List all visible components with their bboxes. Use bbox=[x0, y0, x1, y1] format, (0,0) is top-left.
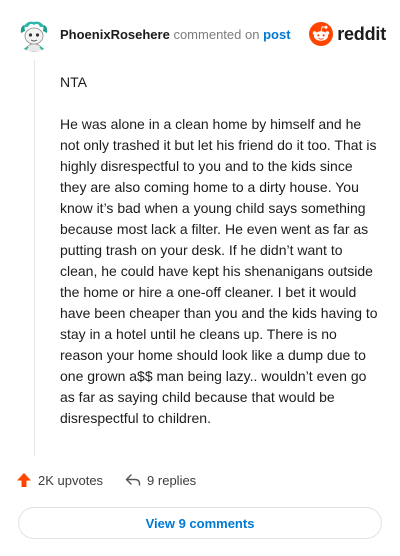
action-text: commented on bbox=[173, 26, 260, 42]
comment-paragraph: NTA bbox=[60, 74, 87, 90]
comment-body: NTA He was alone in a clean home by hims… bbox=[60, 72, 380, 450]
reddit-logo-icon bbox=[309, 22, 334, 46]
username[interactable]: PhoenixRosehere bbox=[60, 27, 170, 42]
replies-button[interactable]: 9 replies bbox=[125, 472, 196, 488]
brand[interactable]: reddit bbox=[309, 22, 386, 46]
comment-actions: 2K upvotes 9 replies bbox=[16, 472, 196, 488]
post-link[interactable]: post bbox=[263, 27, 290, 42]
comment-paragraph: He was alone in a clean home by himself … bbox=[60, 116, 378, 426]
comment-header: PhoenixRosehere commented on post reddit bbox=[16, 14, 386, 54]
upvote-count: 2K upvotes bbox=[38, 472, 104, 488]
upvote-arrow-icon bbox=[17, 473, 31, 487]
comment-card: PhoenixRosehere commented on post reddit… bbox=[0, 0, 400, 556]
thread-line bbox=[34, 60, 35, 456]
brand-wordmark: reddit bbox=[337, 23, 386, 44]
upvote-button[interactable]: 2K upvotes bbox=[16, 472, 103, 488]
reply-arrow-icon bbox=[125, 474, 141, 486]
comment-meta: PhoenixRosehere commented on post bbox=[60, 27, 291, 42]
avatar[interactable] bbox=[16, 16, 52, 52]
view-comments-button[interactable]: View 9 comments bbox=[18, 507, 382, 539]
replies-count: 9 replies bbox=[147, 472, 197, 488]
avatar-icon bbox=[16, 16, 52, 52]
